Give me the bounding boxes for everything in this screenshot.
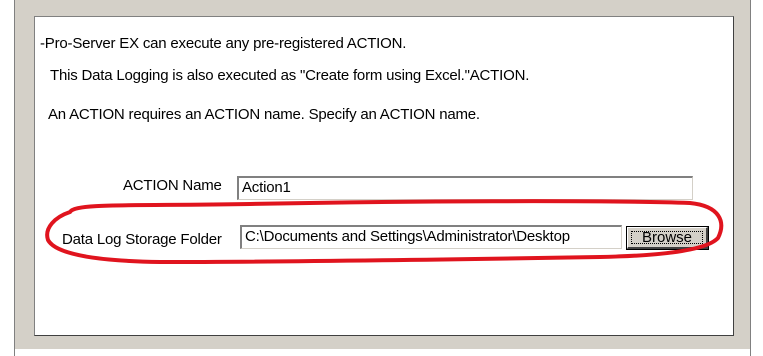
browse-button[interactable]: Browse (626, 226, 709, 250)
content-panel: -Pro-Server EX can execute any pre-regis… (34, 16, 734, 336)
browse-button-label: Browse (641, 229, 693, 246)
right-margin (751, 0, 763, 356)
intro-line-3: An ACTION requires an ACTION name. Speci… (48, 106, 480, 123)
data-log-folder-label: Data Log Storage Folder (62, 231, 222, 248)
action-name-input[interactable]: Action1 (237, 176, 693, 200)
action-name-label: ACTION Name (123, 177, 222, 194)
left-margin (0, 0, 14, 356)
frame-edge-left (14, 0, 15, 356)
intro-line-1: -Pro-Server EX can execute any pre-regis… (40, 35, 407, 52)
data-log-folder-input[interactable]: C:\Documents and Settings\Administrator\… (240, 225, 622, 249)
frame-edge-right (750, 0, 751, 356)
intro-line-2: This Data Logging is also executed as "C… (50, 67, 530, 84)
bottom-margin (0, 349, 763, 356)
